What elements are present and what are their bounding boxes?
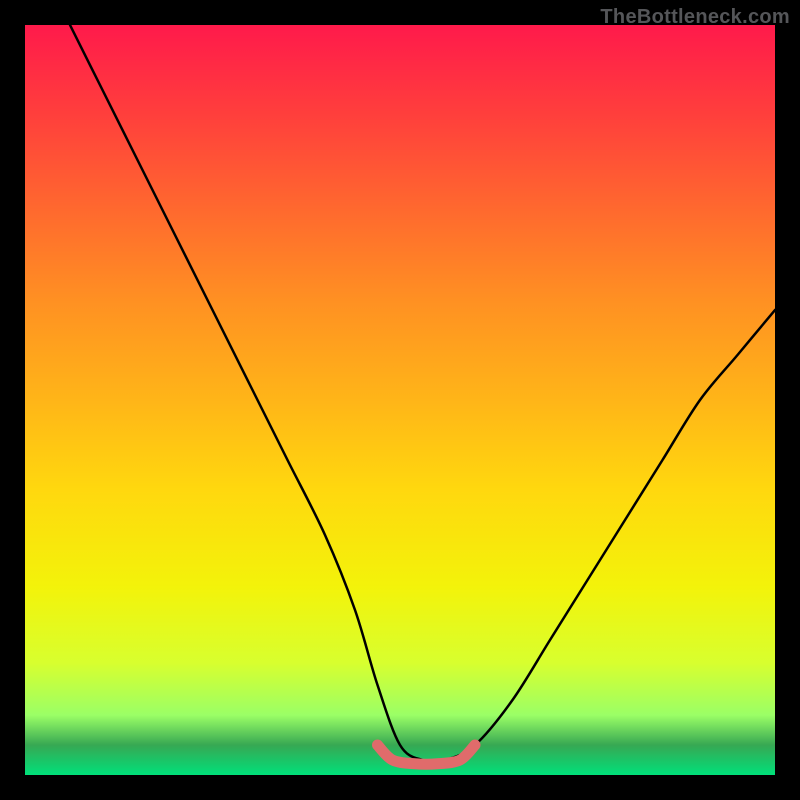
curve-group <box>70 25 775 764</box>
bottleneck-curve <box>70 25 775 762</box>
watermark-text: TheBottleneck.com <box>600 6 790 29</box>
plot-area <box>25 25 775 775</box>
chart-svg <box>25 25 775 775</box>
chart-frame: TheBottleneck.com <box>0 0 800 800</box>
optimal-band <box>378 745 476 764</box>
